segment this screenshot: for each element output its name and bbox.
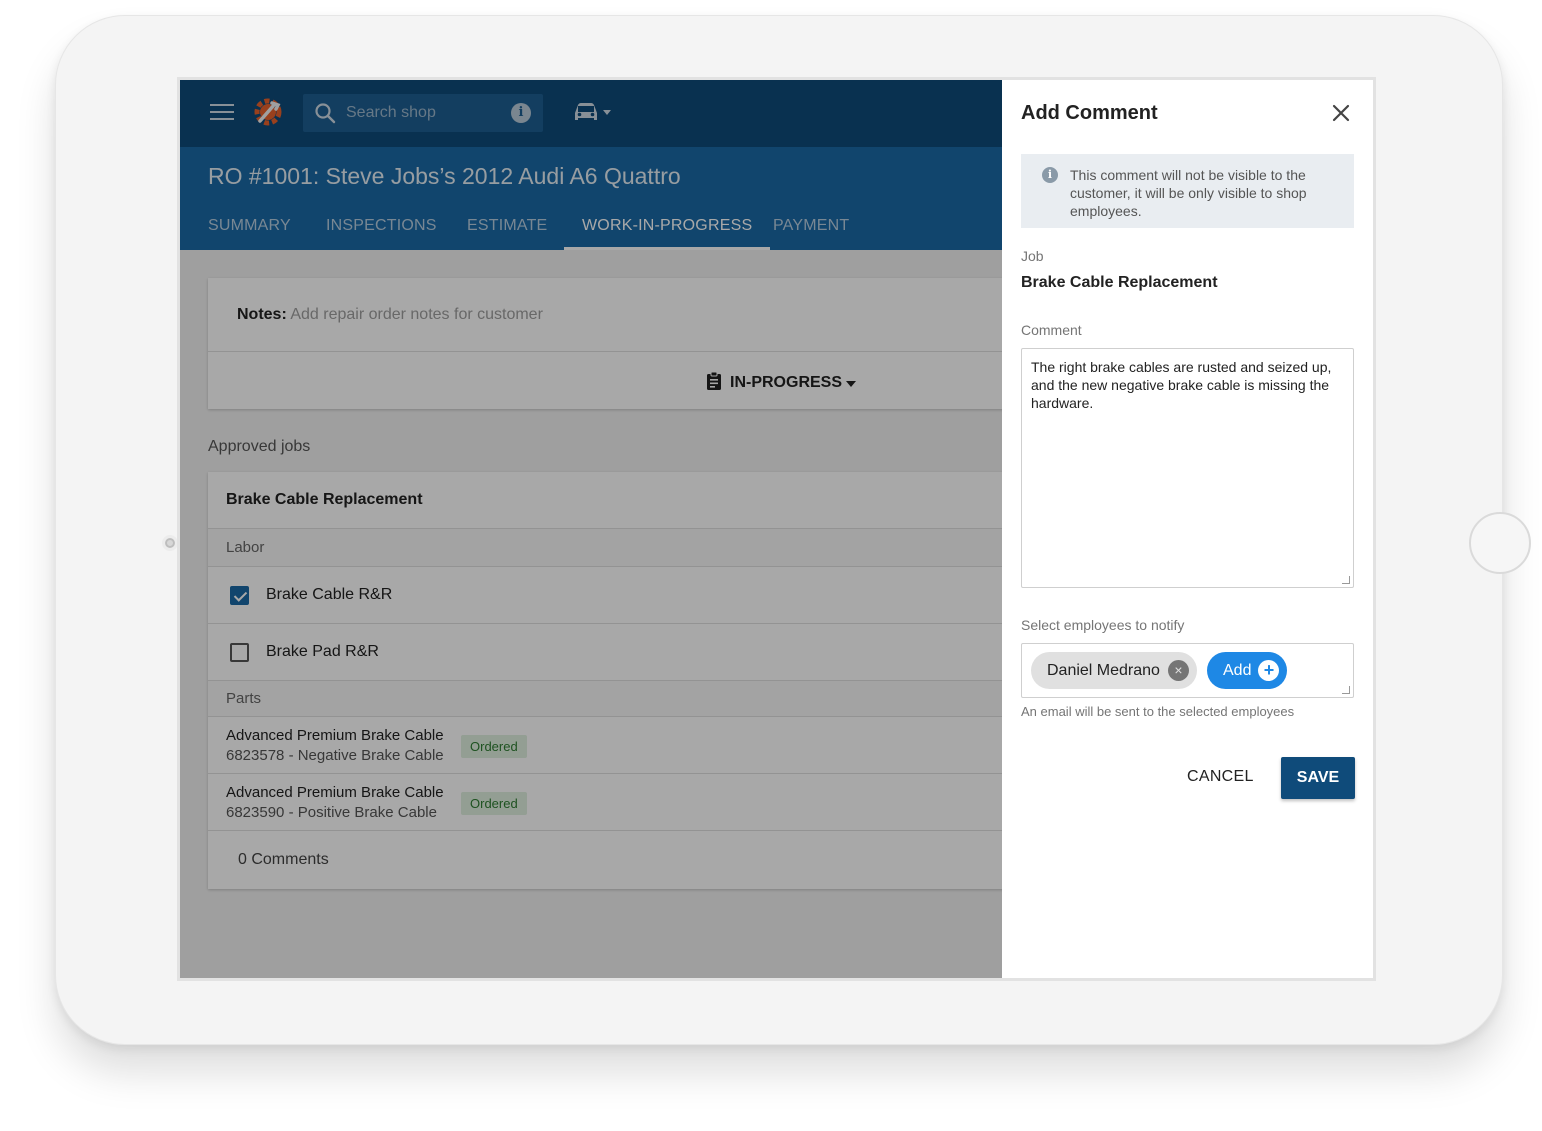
info-notice: i This comment will not be visible to th… (1021, 154, 1354, 228)
close-icon[interactable] (1332, 104, 1350, 122)
job-label: Job (1021, 248, 1044, 264)
info-text: This comment will not be visible to the … (1070, 167, 1307, 219)
comment-text: The right brake cables are rusted and se… (1031, 359, 1332, 411)
email-hint: An email will be sent to the selected em… (1021, 704, 1295, 719)
employee-selector[interactable]: Daniel Medrano × Add + (1021, 643, 1354, 698)
resize-handle[interactable] (1342, 576, 1350, 584)
job-value: Brake Cable Replacement (1021, 274, 1218, 291)
employees-label: Select employees to notify (1021, 617, 1185, 633)
employee-chip: Daniel Medrano × (1031, 652, 1197, 689)
add-employee-label: Add (1223, 662, 1252, 679)
plus-icon: + (1258, 660, 1280, 681)
cancel-button[interactable]: CANCEL (1187, 768, 1254, 786)
resize-handle[interactable] (1342, 686, 1350, 694)
remove-chip-icon[interactable]: × (1167, 660, 1189, 681)
comment-textarea[interactable]: The right brake cables are rusted and se… (1021, 348, 1354, 588)
home-button[interactable] (1469, 512, 1531, 574)
info-icon: i (1042, 167, 1058, 183)
save-button[interactable]: SAVE (1281, 757, 1355, 799)
panel-title: Add Comment (1021, 102, 1158, 124)
comment-label: Comment (1021, 322, 1082, 338)
employee-chip-label: Daniel Medrano (1047, 662, 1160, 679)
screen: Search shop i RO #1001: Steve Jobs’s 201… (177, 77, 1376, 981)
add-comment-panel: Add Comment i This comment will not be v… (1002, 80, 1373, 978)
add-employee-button[interactable]: Add + (1207, 652, 1288, 689)
camera-icon (162, 535, 178, 551)
